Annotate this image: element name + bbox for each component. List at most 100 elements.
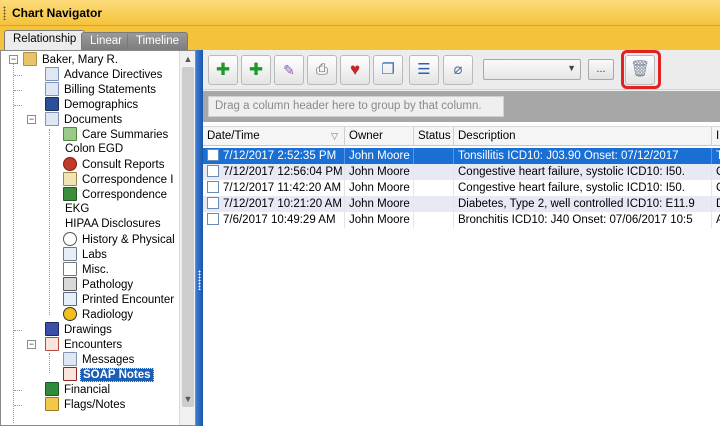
tree-item-messages[interactable]: Messages (63, 352, 136, 367)
table-row[interactable]: 7/12/2017 11:42:20 AM John Moore Congest… (203, 180, 720, 196)
tree-item-radiology[interactable]: Radiology (63, 307, 135, 322)
patient-name: Baker, Mary R. (42, 54, 119, 66)
paperclip-icon: ⌀ (453, 61, 463, 78)
envelope-icon (63, 172, 77, 186)
collapse-documents-icon[interactable]: − (27, 115, 36, 124)
tree-item-consult-reports[interactable]: Consult Reports (63, 157, 166, 172)
encounters-icon (45, 337, 59, 351)
tab-timeline[interactable]: Timeline (127, 32, 189, 50)
radiation-icon (63, 307, 77, 321)
tree-content: − Baker, Mary R. Advance Directives Bill… (1, 51, 179, 425)
tree-item-drawings[interactable]: Drawings (45, 322, 114, 337)
tree-item-pathology[interactable]: Pathology (63, 277, 135, 292)
column-header-description[interactable]: Description (454, 127, 712, 146)
tree-item-flags-notes[interactable]: Flags/Notes (45, 397, 127, 412)
note-icon (207, 197, 219, 209)
ellipsis-button[interactable]: ... (588, 59, 614, 80)
sort-descending-icon: ▽ (331, 131, 338, 141)
documents-icon (45, 112, 59, 126)
notes-panel: ✚ ✚ ✎ ⎙ ♥ ❐ ☰ ⌀ ▼ ... 🗑 Drag a column he… (203, 50, 720, 426)
table-row[interactable]: 7/12/2017 2:52:35 PM John Moore Tonsilli… (203, 148, 720, 164)
tree-item-financial[interactable]: Financial (45, 382, 112, 397)
tab-strip: Relationship Linear Timeline (0, 26, 720, 50)
dollar-icon (45, 382, 59, 396)
tree-item-care-summaries[interactable]: Care Summaries (63, 127, 170, 142)
tree-item-correspondence[interactable]: Correspondence (63, 187, 169, 202)
note-icon (207, 165, 219, 177)
add-document-icon: ✚ (248, 60, 264, 79)
folder-user-icon (23, 52, 37, 66)
column-header-datetime[interactable]: Date/Time ▽ (203, 127, 345, 146)
consult-icon (63, 157, 77, 171)
printer-icon: ⎙ (315, 61, 328, 78)
stethoscope-icon (63, 232, 77, 246)
scroll-thumb[interactable] (182, 67, 194, 407)
column-header-status[interactable]: Status (414, 127, 454, 146)
drag-grip-icon[interactable] (3, 6, 6, 20)
edit-button[interactable]: ✎ (274, 55, 304, 85)
table-row[interactable]: 7/12/2017 10:21:20 AM John Moore Diabete… (203, 196, 720, 212)
group-by-bar[interactable]: Drag a column header here to group by th… (203, 91, 720, 122)
tree-item-soap-notes[interactable]: SOAP Notes (63, 367, 154, 382)
printer-icon (63, 292, 77, 306)
collapse-encounters-icon[interactable]: − (27, 340, 36, 349)
soap-notes-grid: Date/Time ▽ Owner Status Description I 7… (203, 122, 720, 426)
title-bar: Chart Navigator (0, 0, 720, 26)
toolbar: ✚ ✚ ✎ ⎙ ♥ ❐ ☰ ⌀ ▼ ... 🗑 (203, 50, 720, 90)
table-row[interactable]: 7/6/2017 10:49:29 AM John Moore Bronchit… (203, 212, 720, 228)
column-header-owner[interactable]: Owner (345, 127, 414, 146)
pencil-icon: ✎ (283, 62, 295, 78)
tree-item-correspondence-i[interactable]: Correspondence I (63, 172, 175, 187)
tree-item-labs[interactable]: Labs (63, 247, 109, 262)
add-from-template-button[interactable]: ✚ (241, 55, 271, 85)
document-lines-icon: ☰ (417, 61, 431, 78)
flag-icon (45, 397, 59, 411)
hand-icon (45, 322, 59, 336)
scroll-up-icon[interactable]: ▲ (180, 51, 195, 67)
review-button[interactable]: ❐ (373, 55, 403, 85)
tree-item-history-physical[interactable]: History & Physical (63, 232, 177, 247)
grid-header: Date/Time ▽ Owner Status Description I (203, 126, 720, 146)
plus-icon: ✚ (215, 60, 231, 79)
page-icon (63, 262, 77, 276)
microscope-icon (63, 277, 77, 291)
tab-linear[interactable]: Linear (81, 32, 131, 50)
tree-item-advance-directives[interactable]: Advance Directives (45, 67, 164, 82)
tree-item-encounters[interactable]: Encounters (45, 337, 124, 352)
panel-splitter[interactable] (196, 50, 203, 426)
sign-button[interactable]: ♥ (340, 55, 370, 85)
column-header-truncated[interactable]: I (712, 127, 720, 146)
person-card-icon (45, 97, 59, 111)
view-document-button[interactable]: ☰ (409, 55, 439, 85)
tree-root-patient[interactable]: Baker, Mary R. (23, 52, 120, 67)
table-row[interactable]: 7/12/2017 12:56:04 PM John Moore Congest… (203, 164, 720, 180)
tab-relationship[interactable]: Relationship (4, 30, 86, 50)
collapse-root-icon[interactable]: − (9, 55, 18, 64)
tree-scrollbar[interactable]: ▲ ▼ (179, 51, 195, 425)
tree-item-billing-statements[interactable]: Billing Statements (45, 82, 158, 97)
tree-item-demographics[interactable]: Demographics (45, 97, 140, 112)
care-summary-icon (63, 127, 77, 141)
document-icon (45, 82, 59, 96)
filter-select[interactable]: ▼ (483, 59, 581, 80)
documents-review-icon: ❐ (381, 61, 395, 78)
window-title: Chart Navigator (12, 6, 103, 20)
tree-item-colon-egd[interactable]: Colon EGD (63, 142, 125, 157)
envelope-icon (63, 187, 77, 201)
tree-item-documents[interactable]: Documents (45, 112, 124, 127)
attach-button[interactable]: ⌀ (443, 55, 473, 85)
tree-item-ekg[interactable]: EKG (63, 202, 91, 217)
chart-tree-panel: − Baker, Mary R. Advance Directives Bill… (0, 50, 196, 426)
note-icon (207, 181, 219, 193)
tree-item-misc[interactable]: Misc. (63, 262, 111, 277)
scroll-down-icon[interactable]: ▼ (180, 391, 195, 407)
add-button[interactable]: ✚ (208, 55, 238, 85)
message-icon (63, 352, 77, 366)
note-icon (207, 149, 219, 161)
chevron-down-icon: ▼ (567, 63, 576, 73)
tree-item-printed-encounter[interactable]: Printed Encounter (63, 292, 176, 307)
group-by-hint: Drag a column header here to group by th… (208, 96, 504, 117)
print-button[interactable]: ⎙ (307, 55, 337, 85)
tree-item-hipaa-disclosures[interactable]: HIPAA Disclosures (63, 217, 163, 232)
delete-button-highlight (621, 50, 661, 89)
